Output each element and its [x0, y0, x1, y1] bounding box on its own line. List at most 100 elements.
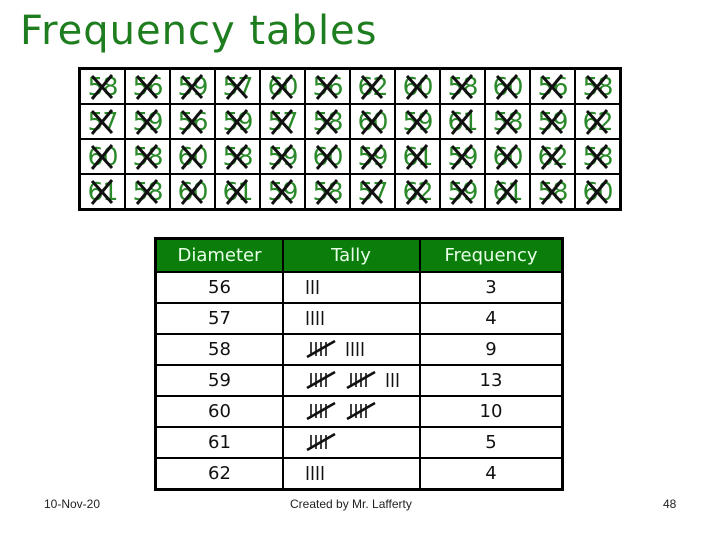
diameter-cell: 57	[154, 302, 284, 335]
grid-cell: 58	[124, 173, 171, 211]
tally-marks	[306, 430, 336, 454]
tally-cell	[282, 364, 421, 397]
grid-value: 58	[87, 72, 119, 101]
tally-marks	[306, 461, 328, 485]
grid-cell: 60	[78, 138, 126, 175]
grid-value: 60	[402, 72, 434, 101]
footer-credit: Created by Mr. Lafferty	[290, 497, 412, 511]
tally-group-five	[306, 370, 336, 389]
grid-value: 60	[177, 177, 209, 206]
grid-value: 58	[132, 177, 164, 206]
grid-cell: 60	[169, 138, 216, 175]
grid-value: 60	[312, 142, 344, 171]
grid-cell: 58	[529, 173, 576, 211]
grid-value: 60	[357, 107, 389, 136]
grid-value: 56	[537, 72, 569, 101]
grid-value: 61	[492, 177, 524, 206]
grid-value: 58	[537, 177, 569, 206]
grid-value: 60	[177, 142, 209, 171]
raw-data-grid: 58 56 59 57 60 56 62 60 58 60 56 58 57 59 56 59 57 58 60 59…	[78, 67, 622, 211]
grid-value: 57	[87, 107, 119, 136]
grid-cell: 61	[214, 173, 261, 211]
grid-cell: 59	[439, 138, 486, 175]
grid-cell: 57	[214, 67, 261, 105]
diameter-cell: 56	[154, 271, 284, 304]
grid-cell: 60	[169, 173, 216, 211]
table-row: 61 5	[154, 426, 564, 459]
tally-cell	[282, 395, 421, 428]
frequency-cell: 10	[419, 395, 564, 428]
grid-row: 60 58 60 58 59 60 59 61 59 60 62 58	[78, 138, 622, 175]
grid-cell: 58	[304, 103, 351, 140]
grid-cell: 62	[529, 138, 576, 175]
frequency-cell: 4	[419, 302, 564, 335]
table-row: 62 4	[154, 457, 564, 491]
tally-cell	[282, 426, 421, 459]
tally-marks-single	[346, 340, 368, 358]
grid-value: 56	[177, 107, 209, 136]
grid-cell: 62	[349, 67, 396, 105]
grid-value: 60	[492, 142, 524, 171]
grid-cell: 60	[259, 67, 306, 105]
frequency-table: Diameter Tally Frequency 56 3 57 4 58 9 59 13 60…	[154, 237, 564, 491]
grid-value: 60	[267, 72, 299, 101]
grid-cell: 59	[394, 103, 441, 140]
grid-cell: 61	[439, 103, 486, 140]
grid-value: 57	[267, 107, 299, 136]
tally-marks	[306, 306, 328, 330]
tally-group-five	[306, 432, 336, 451]
grid-cell: 58	[304, 173, 351, 211]
tally-marks-single	[306, 309, 328, 327]
grid-cell: 56	[124, 67, 171, 105]
grid-value: 58	[582, 72, 614, 101]
grid-cell: 61	[78, 173, 126, 211]
table-row: 59 13	[154, 364, 564, 397]
grid-cell: 59	[259, 138, 306, 175]
grid-value: 60	[582, 177, 614, 206]
grid-value: 59	[402, 107, 434, 136]
tally-cell	[282, 333, 421, 366]
grid-value: 59	[537, 107, 569, 136]
grid-value: 59	[357, 142, 389, 171]
grid-value: 59	[222, 107, 254, 136]
grid-value: 58	[312, 107, 344, 136]
grid-cell: 60	[394, 67, 441, 105]
frequency-cell: 13	[419, 364, 564, 397]
table-row: 58 9	[154, 333, 564, 366]
grid-cell: 59	[349, 138, 396, 175]
tally-marks	[306, 275, 323, 299]
header-tally: Tally	[282, 237, 421, 273]
grid-cell: 58	[78, 67, 126, 105]
grid-value: 58	[222, 142, 254, 171]
grid-cell: 56	[169, 103, 216, 140]
grid-cell: 57	[259, 103, 306, 140]
tally-marks-single	[306, 464, 328, 482]
grid-value: 59	[267, 142, 299, 171]
tally-marks-single	[306, 278, 323, 296]
grid-value: 58	[582, 142, 614, 171]
grid-cell: 58	[439, 67, 486, 105]
grid-cell: 60	[349, 103, 396, 140]
frequency-cell: 9	[419, 333, 564, 366]
header-frequency: Frequency	[419, 237, 564, 273]
grid-cell: 60	[304, 138, 351, 175]
grid-value: 58	[492, 107, 524, 136]
grid-cell: 62	[394, 173, 441, 211]
grid-value: 58	[447, 72, 479, 101]
diameter-cell: 62	[154, 457, 284, 491]
grid-value: 62	[357, 72, 389, 101]
page-title: Frequency tables	[20, 8, 378, 54]
grid-value: 59	[447, 177, 479, 206]
grid-value: 61	[402, 142, 434, 171]
grid-cell: 58	[574, 138, 622, 175]
grid-cell: 59	[529, 103, 576, 140]
tally-group-five	[346, 370, 376, 389]
grid-value: 61	[447, 107, 479, 136]
diameter-cell: 61	[154, 426, 284, 459]
grid-value: 59	[447, 142, 479, 171]
grid-cell: 60	[484, 67, 531, 105]
grid-value: 58	[132, 142, 164, 171]
grid-cell: 57	[349, 173, 396, 211]
grid-value: 56	[312, 72, 344, 101]
grid-value: 62	[537, 142, 569, 171]
